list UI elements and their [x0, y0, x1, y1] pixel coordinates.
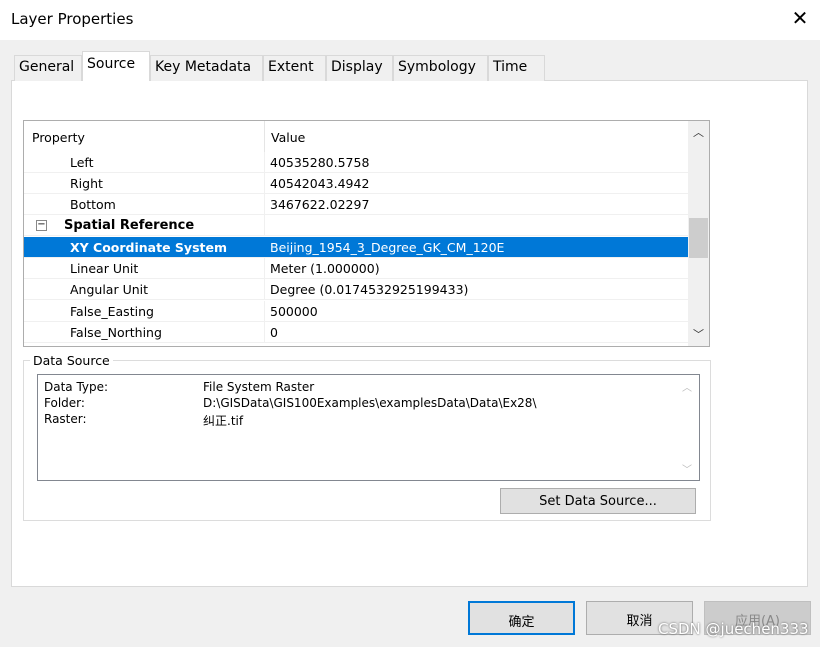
set-data-source-button[interactable]: Set Data Source... [500, 488, 696, 514]
collapse-icon[interactable]: − [36, 220, 47, 231]
tab-symbology[interactable]: Symbology [393, 55, 488, 81]
grid-row-selected[interactable]: XY Coordinate System Beijing_1954_3_Degre… [24, 237, 688, 258]
grid-row[interactable]: False_Northing 0 [24, 322, 688, 343]
scroll-thumb[interactable] [689, 218, 708, 258]
tab-time[interactable]: Time [488, 55, 545, 81]
grid-row[interactable]: Angular Unit Degree (0.0174532925199433) [24, 279, 688, 300]
window-title: Layer Properties [11, 10, 134, 28]
grid-group-spatial-reference[interactable]: − Spatial Reference [24, 215, 688, 236]
ok-button[interactable]: 确定 [468, 601, 575, 635]
tab-extent[interactable]: Extent [263, 55, 326, 81]
grid-row[interactable]: Left 40535280.5758 [24, 152, 688, 173]
close-icon[interactable]: ✕ [788, 6, 812, 32]
scroll-up-icon[interactable]: ︿ [693, 124, 704, 140]
header-value[interactable]: Value [271, 121, 305, 153]
data-source-text[interactable]: Data Type: File System Raster Folder: D:… [37, 374, 700, 481]
scroll-down-icon[interactable]: ﹀ [693, 326, 704, 342]
grid-scrollbar[interactable]: ︿ ﹀ [688, 121, 709, 346]
grid-row[interactable]: False_Easting 500000 [24, 301, 688, 322]
grid-row[interactable]: Linear Unit Meter (1.000000) [24, 258, 688, 279]
data-source-label: Data Source [30, 353, 113, 368]
tab-display[interactable]: Display [326, 55, 393, 81]
tab-key-metadata[interactable]: Key Metadata [150, 55, 263, 81]
property-grid[interactable]: Property Value Left 40535280.5758 Right 40… [23, 120, 710, 347]
scroll-down-icon[interactable]: ﹀ [682, 461, 692, 476]
tab-general[interactable]: General [14, 55, 82, 81]
header-property[interactable]: Property [32, 121, 85, 153]
grid-row[interactable]: Right 40542043.4942 [24, 173, 688, 194]
grid-row[interactable]: Bottom 3467622.02297 [24, 194, 688, 215]
tab-source[interactable]: Source [82, 51, 150, 81]
scroll-up-icon[interactable]: ︿ [682, 379, 692, 394]
watermark: CSDN @juechen333 [658, 620, 809, 638]
